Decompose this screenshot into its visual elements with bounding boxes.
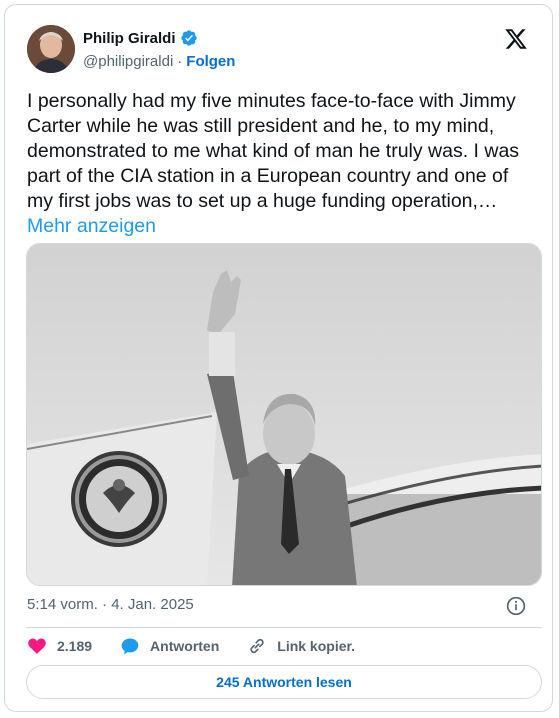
tweet-card: Philip Giraldi @philipgiraldi · Folgen I… <box>4 4 553 712</box>
reply-button[interactable]: Antworten <box>120 636 219 656</box>
verified-badge-icon <box>180 30 197 46</box>
presidential-seal <box>71 451 167 547</box>
author-name[interactable]: Philip Giraldi <box>83 30 176 47</box>
author-handle-row: @philipgiraldi · Folgen <box>83 53 235 70</box>
tweet-timestamp[interactable]: 5:14 vorm. · 4. Jan. 2025 <box>27 596 194 613</box>
info-icon[interactable] <box>506 596 526 616</box>
action-bar: 2.189 Antworten Link kopier. <box>27 636 383 656</box>
reply-bubble-icon <box>121 638 139 655</box>
copy-link-label: Link kopier. <box>277 638 356 654</box>
author-name-row: Philip Giraldi <box>83 29 198 47</box>
follow-button[interactable]: Folgen <box>186 53 235 70</box>
copy-link-button[interactable]: Link kopier. <box>247 636 355 656</box>
author-handle[interactable]: @philipgiraldi <box>83 53 173 70</box>
author-avatar[interactable] <box>27 25 75 73</box>
tweet-text: I personally had my five minutes face-to… <box>27 90 520 212</box>
x-logo-icon[interactable] <box>504 27 528 51</box>
photo-carter-waving <box>27 244 541 585</box>
link-icon <box>250 638 264 654</box>
like-button[interactable]: 2.189 <box>27 636 92 656</box>
read-replies-button[interactable]: 245 Antworten lesen <box>26 665 542 699</box>
separator-dot: · <box>177 53 183 70</box>
like-count: 2.189 <box>57 638 93 654</box>
avatar-image <box>27 25 75 73</box>
divider <box>26 627 542 628</box>
show-more-link[interactable]: Mehr anzeigen <box>27 215 156 237</box>
heart-icon <box>28 638 46 654</box>
tweet-photo[interactable] <box>26 243 542 586</box>
reply-label: Antworten <box>150 638 220 654</box>
tweet-body: I personally had my five minutes face-to… <box>27 89 537 239</box>
